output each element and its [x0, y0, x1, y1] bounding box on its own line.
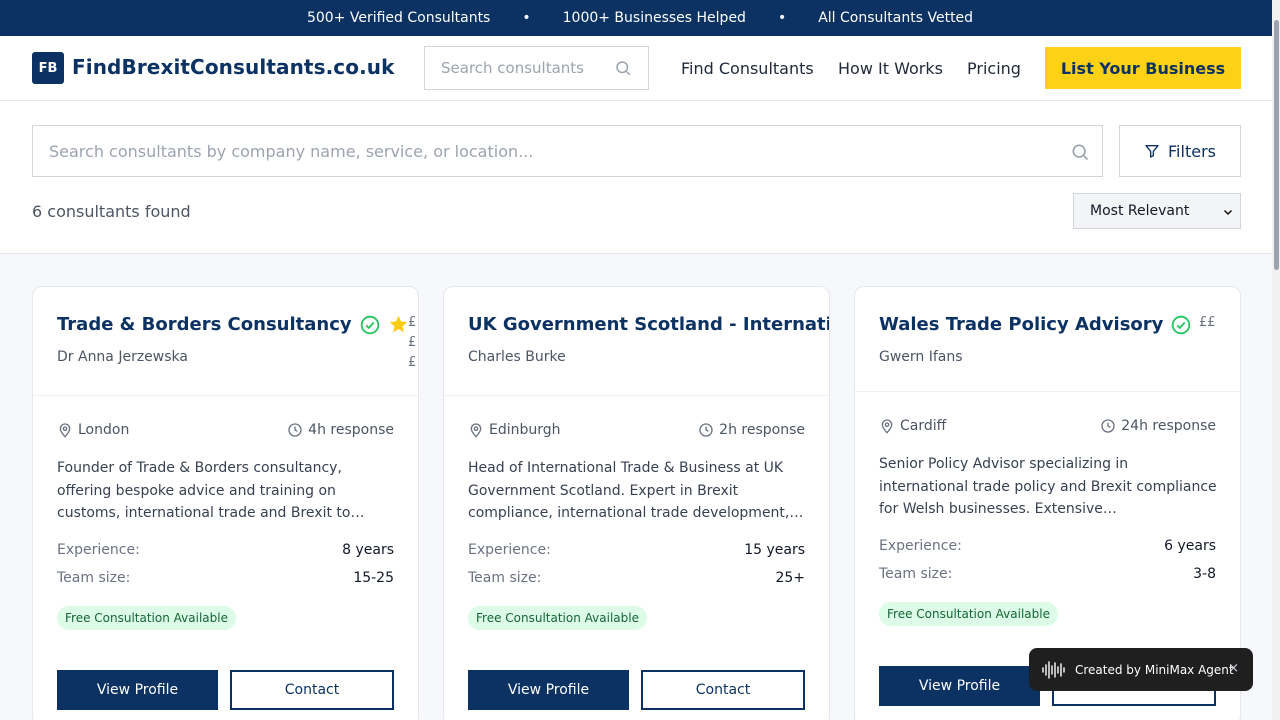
close-icon[interactable]: ×	[1228, 661, 1239, 676]
card-person: Dr Anna Jerzewska	[57, 349, 188, 365]
map-pin-icon	[470, 423, 482, 438]
team-size-label: Team size:	[468, 570, 542, 586]
logo-mark[interactable]: FB	[32, 52, 64, 84]
verified-icon	[360, 315, 380, 335]
search-section: Filters 6 consultants found Most Relevan…	[0, 101, 1280, 254]
card-person: Charles Burke	[468, 349, 566, 365]
separator: •	[522, 10, 531, 26]
contact-button[interactable]: Contact	[230, 670, 394, 710]
location-text: Edinburgh	[489, 422, 561, 438]
sort-selected: Most Relevant	[1090, 203, 1190, 219]
view-profile-button[interactable]: View Profile	[57, 670, 218, 710]
location: Edinburgh	[468, 422, 561, 438]
response-time: 2h response	[698, 422, 805, 438]
stat-helped: 1000+ Businesses Helped	[562, 10, 746, 26]
main-search-input[interactable]	[49, 141, 1029, 161]
contact-button[interactable]: Contact	[641, 670, 805, 710]
card-title[interactable]: Wales Trade Policy Advisory	[879, 314, 1163, 335]
free-consultation-badge: Free Consultation Available	[879, 602, 1058, 626]
nav-how-it-works[interactable]: How It Works	[838, 59, 943, 78]
search-icon[interactable]	[614, 59, 632, 77]
nav-find-consultants[interactable]: Find Consultants	[681, 59, 814, 78]
response-text: 24h response	[1121, 418, 1216, 434]
team-size-value: 25+	[775, 570, 805, 586]
experience-label: Experience:	[879, 538, 962, 554]
team-size-label: Team size:	[879, 566, 953, 582]
filters-label: Filters	[1168, 141, 1216, 161]
search-icon[interactable]	[1070, 142, 1090, 162]
location-text: London	[78, 422, 130, 438]
nav-pricing[interactable]: Pricing	[967, 59, 1021, 78]
team-size-value: 3-8	[1193, 566, 1216, 582]
view-profile-button[interactable]: View Profile	[468, 670, 629, 710]
response-time: 4h response	[287, 422, 394, 438]
sort-select[interactable]: Most Relevant	[1073, 193, 1241, 229]
list-your-business-button[interactable]: List Your Business	[1045, 47, 1241, 89]
card-header	[33, 287, 418, 396]
header-search-input[interactable]	[441, 59, 611, 77]
card-title[interactable]: Trade & Borders Consultancy	[57, 314, 352, 335]
consultant-card[interactable]: Trade & Borders Consultancy £££ Dr Anna …	[32, 286, 419, 720]
map-pin-icon	[881, 419, 893, 434]
site-header: FB FindBrexitConsultants.co.uk Find Cons…	[0, 36, 1280, 101]
location-text: Cardiff	[900, 418, 947, 434]
filters-button[interactable]: Filters	[1119, 125, 1241, 177]
card-header	[444, 287, 829, 396]
card-description: Founder of Trade & Borders consultancy, …	[57, 460, 365, 521]
card-header	[855, 287, 1240, 392]
response-text: 2h response	[719, 422, 805, 438]
free-consultation-badge: Free Consultation Available	[468, 606, 647, 630]
stat-verified: 500+ Verified Consultants	[306, 10, 491, 26]
team-size-value: 15-25	[353, 570, 394, 586]
waveform-icon	[1042, 660, 1065, 679]
announcement-bar: 500+ Verified Consultants • 1000+ Busine…	[0, 0, 1280, 36]
card-person: Gwern Ifans	[879, 349, 963, 365]
response-time: 24h response	[1100, 418, 1216, 434]
response-text: 4h response	[308, 422, 394, 438]
experience-label: Experience:	[468, 542, 551, 558]
price-level: £££	[408, 315, 417, 370]
card-description: Senior Policy Advisor specializing in in…	[879, 456, 1217, 517]
main-search[interactable]	[32, 125, 1103, 177]
location: London	[57, 422, 129, 438]
filter-icon	[1145, 145, 1159, 158]
chevron-down-icon	[1223, 209, 1233, 216]
minimax-agent-toast[interactable]: Created by MiniMax Agent ×	[1029, 648, 1253, 691]
results-count: 6 consultants found	[32, 202, 191, 221]
verified-icon	[1171, 315, 1191, 335]
toast-text: Created by MiniMax Agent	[1075, 662, 1234, 677]
location: Cardiff	[879, 418, 946, 434]
card-description: Head of International Trade & Business a…	[468, 460, 804, 521]
consultant-card[interactable]: UK Government Scotland - International T…	[443, 286, 830, 720]
clock-icon	[699, 423, 713, 437]
experience-value: 15 years	[744, 542, 805, 558]
card-title[interactable]: UK Government Scotland - International T…	[468, 314, 829, 335]
experience-value: 8 years	[342, 542, 394, 558]
price-level: ££	[1199, 315, 1216, 330]
site-name[interactable]: FindBrexitConsultants.co.uk	[72, 55, 395, 79]
clock-icon	[1101, 419, 1115, 433]
team-size-label: Team size:	[57, 570, 131, 586]
clock-icon	[288, 423, 302, 437]
view-profile-button[interactable]: View Profile	[879, 666, 1040, 706]
experience-value: 6 years	[1164, 538, 1216, 554]
page-scrollbar[interactable]	[1272, 0, 1280, 720]
experience-label: Experience:	[57, 542, 140, 558]
stat-vetted: All Consultants Vetted	[818, 10, 974, 26]
scrollbar-thumb[interactable]	[1274, 20, 1279, 270]
free-consultation-badge: Free Consultation Available	[57, 606, 236, 630]
header-search[interactable]	[424, 46, 649, 90]
separator: •	[777, 10, 787, 26]
map-pin-icon	[59, 423, 71, 438]
featured-star-icon	[389, 315, 408, 333]
